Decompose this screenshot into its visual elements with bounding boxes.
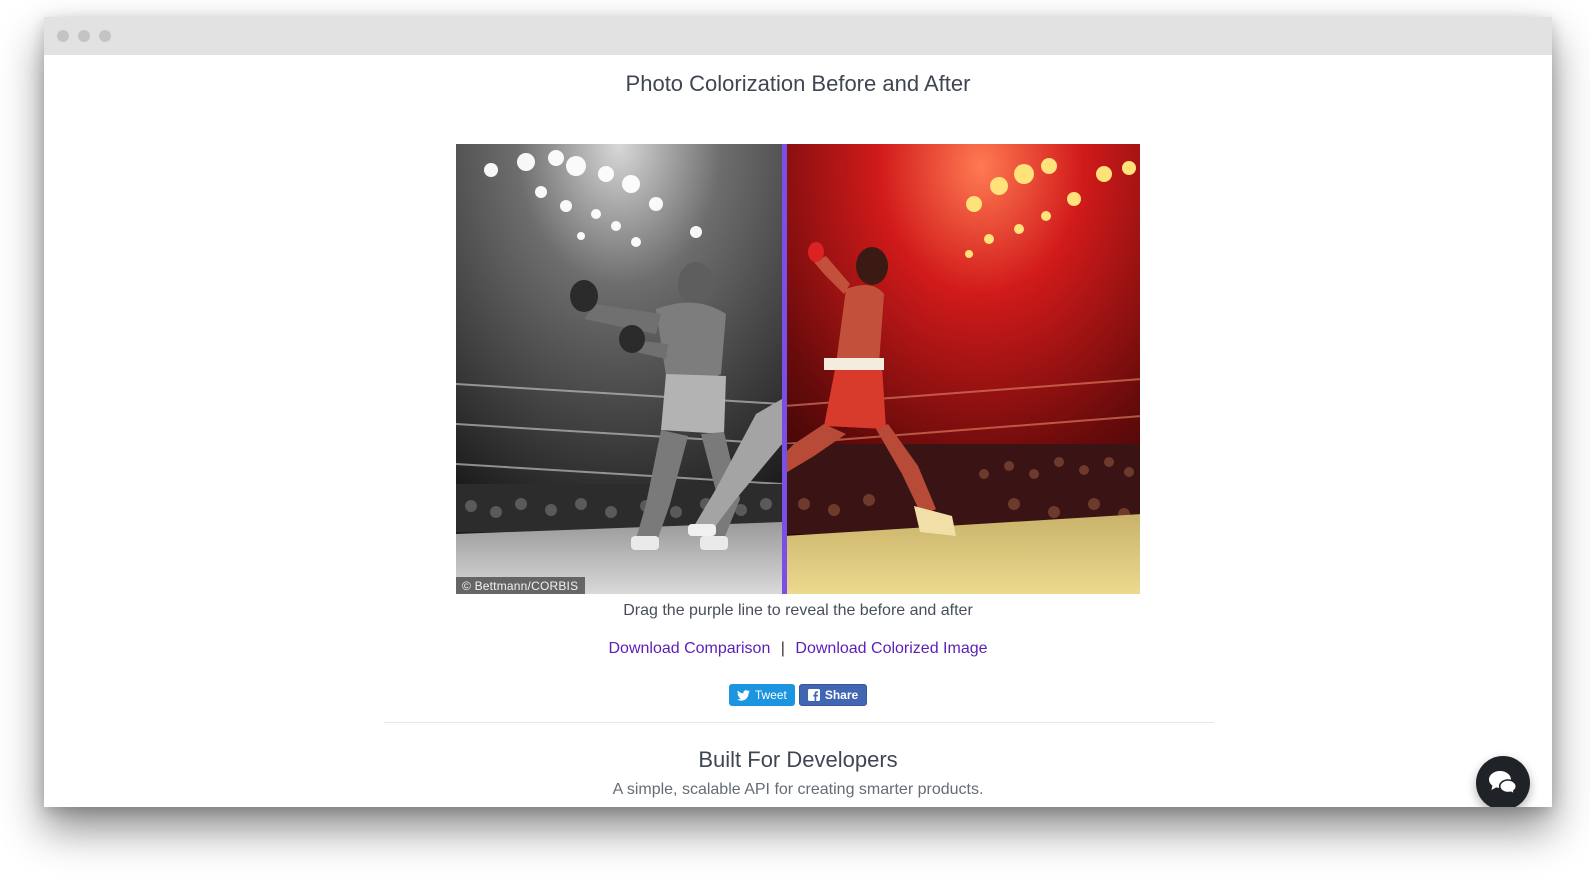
social-share-buttons: Tweet Share: [44, 684, 1552, 706]
window-minimize-dot[interactable]: [78, 30, 90, 42]
facebook-share-button[interactable]: Share: [798, 684, 868, 706]
comparison-caption: Drag the purple line to reveal the befor…: [623, 602, 973, 619]
link-separator: |: [780, 640, 785, 657]
grayscale-boxing-photo: [456, 144, 782, 594]
before-after-comparison[interactable]: © Bettmann/CORBIS: [456, 144, 1140, 594]
twitter-bird-icon: [736, 689, 750, 701]
section-divider: [384, 722, 1214, 723]
developers-section-subtitle: A simple, scalable API for creating smar…: [612, 781, 984, 798]
tweet-label: Tweet: [754, 688, 787, 702]
window-maximize-dot[interactable]: [99, 30, 111, 42]
after-image: [784, 144, 1140, 594]
comparison-slider-handle[interactable]: [782, 144, 787, 594]
page-content: Photo Colorization Before and After © Be…: [44, 55, 1552, 807]
tweet-button[interactable]: Tweet: [728, 684, 795, 706]
before-image: [456, 144, 784, 594]
screenshot-stage: Photo Colorization Before and After © Be…: [0, 0, 1590, 882]
download-links: Download Comparison | Download Colorized…: [44, 640, 1552, 658]
page-title: Photo Colorization Before and After: [625, 71, 971, 96]
facebook-icon: [807, 689, 820, 701]
window-titlebar: [44, 17, 1552, 55]
colorized-boxing-photo: [784, 144, 1140, 594]
download-colorized-image-link[interactable]: Download Colorized Image: [795, 640, 987, 657]
photo-credit: © Bettmann/CORBIS: [456, 577, 586, 594]
chat-bubbles-icon: [1489, 771, 1518, 796]
chat-widget-button[interactable]: [1476, 756, 1530, 807]
developers-section-title: Built For Developers: [698, 747, 898, 772]
download-comparison-link[interactable]: Download Comparison: [608, 640, 770, 657]
share-label: Share: [824, 688, 859, 702]
window-close-dot[interactable]: [57, 30, 69, 42]
browser-window: Photo Colorization Before and After © Be…: [44, 17, 1552, 807]
